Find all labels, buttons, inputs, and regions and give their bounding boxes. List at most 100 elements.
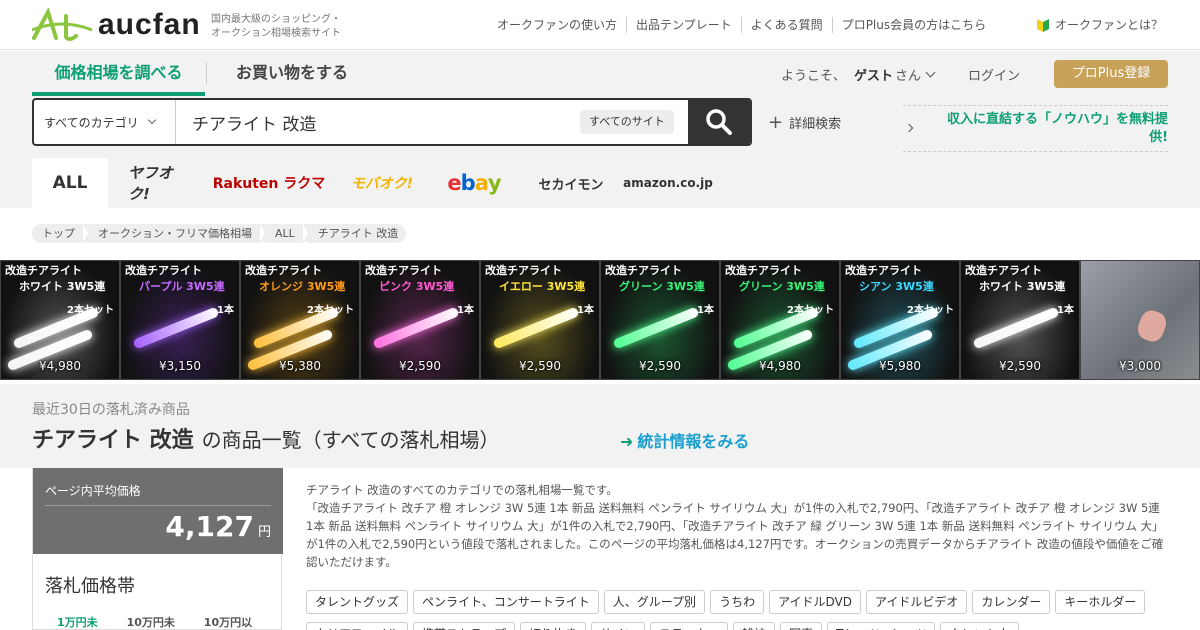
category-tag[interactable]: クリアファイル <box>306 622 409 630</box>
category-tag[interactable]: 写真 <box>780 622 823 630</box>
breadcrumb-auction[interactable]: オークション・フリマ価格相場 <box>88 224 260 243</box>
price-band-title: 落札価格帯 <box>45 576 135 597</box>
category-tag[interactable]: 人、グループ別 <box>603 590 706 614</box>
aucfan-logo[interactable]: aucfan <box>32 8 201 42</box>
price-band-over-100k[interactable]: 10万円以上 <box>204 614 263 630</box>
thumbnail-count: 2本セット <box>307 305 354 316</box>
description-intro: チアライト 改造のすべてのカテゴリでの落札相場一覧です。 <box>306 483 618 497</box>
category-tag[interactable]: タレント本 <box>940 622 1019 630</box>
welcome-menu[interactable]: ようこそ、 ゲスト さん <box>781 65 936 84</box>
thumbnail-price: ¥3,000 <box>1119 359 1161 373</box>
thumbnail-item[interactable]: 改造チアライト パープル 3W5連 1本 ¥3,150 <box>120 260 240 380</box>
section-title-keyword: チアライト 改造 <box>32 428 194 453</box>
site-tab-ebay[interactable]: ebay <box>438 158 510 208</box>
advanced-search-link[interactable]: + 詳細検索 <box>768 113 841 132</box>
link-listing-template[interactable]: 出品テンプレート <box>626 17 741 33</box>
thumbnail-item[interactable]: 改造チアライト グリーン 3W5連 2本セット ¥4,980 <box>720 260 840 380</box>
plus-icon: + <box>768 111 784 133</box>
thumbnail-sub: イエロー 3W5連 <box>499 280 586 293</box>
link-faq[interactable]: よくある質問 <box>740 17 832 33</box>
thumbnail-item[interactable]: 改造チアライト ピンク 3W5連 1本 ¥2,590 <box>360 260 480 380</box>
site-tab-rakuma[interactable]: Rakuten ラクマ <box>212 158 326 208</box>
breadcrumb-current: チアライト 改造 <box>307 224 407 243</box>
thumbnail-sub: グリーン 3W5連 <box>739 280 825 293</box>
link-pro-members[interactable]: プロPlus会員の方はこちら <box>831 17 995 33</box>
thumbnail-price: ¥4,980 <box>39 359 81 373</box>
tagline-line1: 国内最大級のショッピング・ <box>211 14 341 25</box>
search-button[interactable] <box>688 100 750 144</box>
site-tab-amazon[interactable]: amazon.co.jp <box>623 158 713 208</box>
thumbnail-count: 1本 <box>697 305 714 316</box>
category-tag[interactable]: Tシャツ、シャツ <box>827 622 936 630</box>
thumbnail-item[interactable]: 改造チアライト イエロー 3W5連 1本 ¥2,590 <box>480 260 600 380</box>
category-tag[interactable]: タレントグッズ <box>306 590 409 614</box>
thumbnail-count: 1本 <box>577 305 594 316</box>
category-tag[interactable]: 雑誌 <box>733 622 776 630</box>
section-title-suffix: の商品一覧（すべての落札相場） <box>201 428 500 452</box>
site-filter-pill[interactable]: すべてのサイト <box>580 110 674 134</box>
site-tab-yahuoku[interactable]: ヤフオク! <box>128 158 192 208</box>
thumbnail-item[interactable]: 改造チアライト グリーン 3W5連 1本 ¥2,590 <box>600 260 720 380</box>
tab-divider <box>206 62 207 84</box>
thumbnail-item[interactable]: 改造チアライト ホワイト 3W5連 1本 ¥2,590 <box>960 260 1080 380</box>
description: チアライト 改造のすべてのカテゴリでの落札相場一覧です。 「改造チアライト 改チ… <box>306 481 1168 571</box>
login-link[interactable]: ログイン <box>968 65 1020 84</box>
price-band-under-100k[interactable]: 10万円未満 <box>127 614 186 630</box>
thumbnail-count: 2本セット <box>67 305 114 316</box>
site-tab-sekaimon[interactable]: セカイモン <box>530 158 612 208</box>
thumbnail-sub: オレンジ 3W5連 <box>259 280 346 293</box>
stats-link[interactable]: ➜ 統計情報をみる <box>620 428 749 452</box>
price-band-under-10k[interactable]: 1万円未満 <box>57 614 109 630</box>
pro-plus-register-button[interactable]: プロPlus登録 <box>1054 60 1168 88</box>
average-price-unit: 円 <box>257 525 271 540</box>
thumbnail-price: ¥2,590 <box>399 359 441 373</box>
thumbnail-sub: グリーン 3W5連 <box>619 280 705 293</box>
cheer-light-image <box>132 306 220 350</box>
section-subtitle: 最近30日の落札済み商品 <box>32 402 190 418</box>
site-tab-all[interactable]: ALL <box>32 158 108 208</box>
thumbnail-item[interactable]: ¥3,000 <box>1080 260 1200 380</box>
category-tag[interactable]: 携帯ストラップ <box>413 622 516 630</box>
category-tag[interactable]: カレンダー <box>972 590 1051 614</box>
category-tag[interactable]: キーホルダー <box>1055 590 1146 614</box>
thumbnail-price: ¥4,980 <box>759 359 801 373</box>
thumbnail-item[interactable]: 改造チアライト シアン 3W5連 2本セット ¥5,980 <box>840 260 960 380</box>
category-tag[interactable]: アイドルDVD <box>769 590 861 614</box>
tab-shopping[interactable]: お買い物をする <box>236 51 348 96</box>
guest-name: ゲスト <box>854 69 894 84</box>
thumbnail-title: 改造チアライト <box>725 264 802 277</box>
tab-price-research[interactable]: 価格相場を調べる <box>32 51 205 96</box>
breadcrumb: トップ オークション・フリマ価格相場 ALL チアライト 改造 <box>32 224 407 243</box>
thumbnail-count: 2本セット <box>907 305 954 316</box>
section-title: チアライト 改造 の商品一覧（すべての落札相場） <box>32 422 499 454</box>
knowhow-banner-link[interactable]: 収入に直結する「ノウハウ」を無料提 供! <box>903 105 1168 152</box>
category-tag[interactable]: 切り抜き <box>520 622 587 630</box>
thumbnail-price: ¥5,980 <box>879 359 921 373</box>
breadcrumb-all[interactable]: ALL <box>265 224 303 243</box>
about-link[interactable]: オークファンとは？ <box>1036 17 1163 33</box>
about-label: オークファンとは？ <box>1055 18 1164 32</box>
thumbnail-title: 改造チアライト <box>965 264 1042 277</box>
cheer-light-image <box>492 306 580 350</box>
breadcrumb-top[interactable]: トップ <box>32 224 83 243</box>
thumbnail-item[interactable]: 改造チアライト ホワイト 3W5連 2本セット ¥4,980 <box>0 260 120 380</box>
thumbnail-title: 改造チアライト <box>485 264 562 277</box>
thumbnail-price: ¥5,380 <box>279 359 321 373</box>
chevron-down-icon <box>925 67 936 78</box>
thumbnail-sub: ホワイト 3W5連 <box>979 280 1066 293</box>
average-price-panel: ページ内平均価格 4,127円 落札価格帯 1万円未満 10万円未満 10万円以… <box>32 468 283 630</box>
thumbnail-strip: 改造チアライトホワイト 3W5連 2本セット ¥4,980 改造チアライト パープル 3… <box>0 260 1200 380</box>
thumbnail-sub: シアン 3W5連 <box>859 280 934 293</box>
category-tag[interactable]: サイン <box>591 622 646 630</box>
category-tag[interactable]: うちわ <box>710 590 765 614</box>
thumbnail-item[interactable]: 改造チアライト オレンジ 3W5連 2本セット ¥5,380 <box>240 260 360 380</box>
category-select[interactable]: すべてのカテゴリ <box>34 100 176 144</box>
category-tag[interactable]: アイドルビデオ <box>865 590 968 614</box>
advanced-search-label: 詳細検索 <box>789 117 842 132</box>
average-price-box: ページ内平均価格 4,127 円 <box>33 468 283 554</box>
chevron-down-icon <box>147 115 156 125</box>
link-how-to-use[interactable]: オークファンの使い方 <box>497 17 626 33</box>
category-tag[interactable]: ペンライト、コンサートライト <box>413 590 599 614</box>
category-tag[interactable]: ステッカー <box>650 622 729 630</box>
site-tab-mobaoku[interactable]: モバオク! <box>346 158 418 208</box>
